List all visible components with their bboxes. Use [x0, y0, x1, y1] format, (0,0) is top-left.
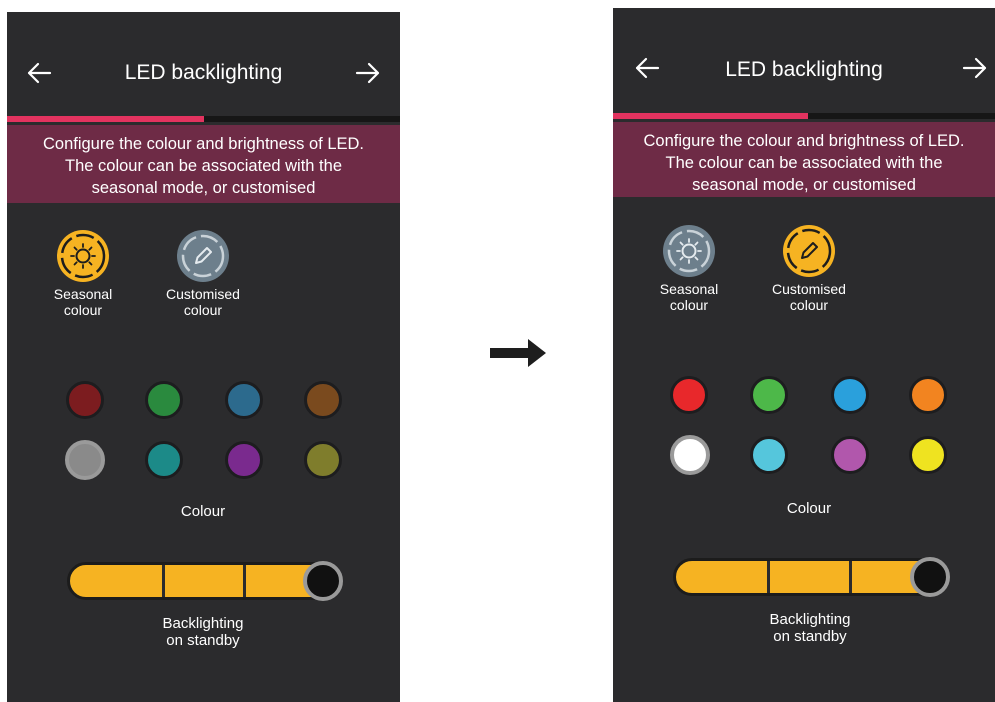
colour-swatch[interactable] — [145, 381, 183, 419]
banner-line: seasonal mode, or customised — [91, 179, 316, 197]
mode-label-line: colour — [183, 302, 223, 318]
colour-swatch[interactable] — [831, 436, 869, 474]
colour-swatch[interactable] — [909, 376, 947, 414]
info-banner: Configure the colour and brightness of L… — [7, 125, 400, 203]
pencil-icon — [177, 230, 229, 282]
mode-label-line: Seasonal — [659, 281, 719, 297]
backlight-label-line: on standby — [773, 628, 847, 645]
colour-swatch[interactable] — [225, 441, 263, 479]
screen-after: LED backlighting Configure the colour an… — [613, 8, 995, 702]
colour-swatch[interactable] — [670, 376, 708, 414]
backlight-label: Backlighting on standby — [740, 611, 880, 645]
info-banner: Configure the colour and brightness of L… — [613, 122, 995, 197]
page-title: LED backlighting — [124, 61, 283, 84]
mode-label: Seasonal colour — [38, 286, 128, 318]
mode-seasonal-colour[interactable]: Seasonal colour — [644, 225, 734, 313]
colour-swatch[interactable] — [750, 436, 788, 474]
mode-seasonal-colour[interactable]: Seasonal colour — [38, 230, 128, 318]
colour-swatch-selected[interactable] — [65, 440, 105, 480]
arrow-right-icon[interactable] — [354, 59, 382, 87]
mode-customised-colour[interactable]: Customised colour — [158, 230, 248, 318]
arrow-right-icon — [490, 337, 548, 369]
mode-label-line: Seasonal — [53, 286, 113, 302]
colour-swatch-selected[interactable] — [670, 435, 710, 475]
backlight-label-line: Backlighting — [162, 615, 244, 632]
colour-swatch[interactable] — [831, 376, 869, 414]
colour-label: Colour — [180, 503, 226, 520]
colour-swatch[interactable] — [750, 376, 788, 414]
slider-divider — [767, 561, 770, 593]
mode-label: Customised colour — [764, 281, 854, 313]
colour-swatch[interactable] — [225, 381, 263, 419]
progress-bar — [613, 113, 995, 119]
banner-line: The colour can be associated with the — [65, 157, 342, 175]
banner-line: Configure the colour and brightness of L… — [42, 135, 365, 153]
header: LED backlighting — [7, 12, 400, 122]
colour-swatch[interactable] — [304, 381, 342, 419]
arrow-right-icon[interactable] — [961, 54, 989, 82]
slider-divider — [162, 565, 165, 597]
mode-label-line: Customised — [166, 286, 240, 302]
slider-divider — [243, 565, 246, 597]
banner-line: Configure the colour and brightness of L… — [643, 132, 965, 150]
banner-line: The colour can be associated with the — [665, 154, 943, 172]
slider-track — [67, 562, 337, 600]
backlight-label-line: Backlighting — [769, 611, 851, 628]
slider-track — [673, 558, 949, 596]
colour-swatch[interactable] — [304, 441, 342, 479]
backlight-slider[interactable] — [673, 557, 950, 597]
mode-label-line: Customised — [772, 281, 846, 297]
progress-bar — [7, 116, 400, 122]
header: LED backlighting — [613, 8, 995, 118]
mode-label: Seasonal colour — [644, 281, 734, 313]
progress-fill — [7, 116, 204, 122]
colour-label: Colour — [786, 500, 832, 517]
slider-thumb[interactable] — [303, 561, 343, 601]
sun-moon-icon — [663, 225, 715, 277]
pencil-icon — [783, 225, 835, 277]
mode-label-line: colour — [63, 302, 103, 318]
mode-label-line: colour — [669, 297, 709, 313]
screen-before: LED backlighting Configure the colour an… — [7, 12, 400, 702]
mode-customised-colour[interactable]: Customised colour — [764, 225, 854, 313]
mode-label-line: colour — [789, 297, 829, 313]
slider-divider — [849, 561, 852, 593]
colour-swatch[interactable] — [66, 381, 104, 419]
colour-swatch[interactable] — [145, 441, 183, 479]
backlight-label: Backlighting on standby — [133, 615, 273, 649]
page-title: LED backlighting — [725, 58, 883, 81]
mode-label: Customised colour — [158, 286, 248, 318]
backlight-slider[interactable] — [67, 561, 343, 601]
backlight-label-line: on standby — [166, 632, 240, 649]
banner-line: seasonal mode, or customised — [692, 176, 916, 194]
progress-fill — [613, 113, 808, 119]
sun-moon-icon — [57, 230, 109, 282]
slider-thumb[interactable] — [910, 557, 950, 597]
colour-swatch[interactable] — [909, 436, 947, 474]
